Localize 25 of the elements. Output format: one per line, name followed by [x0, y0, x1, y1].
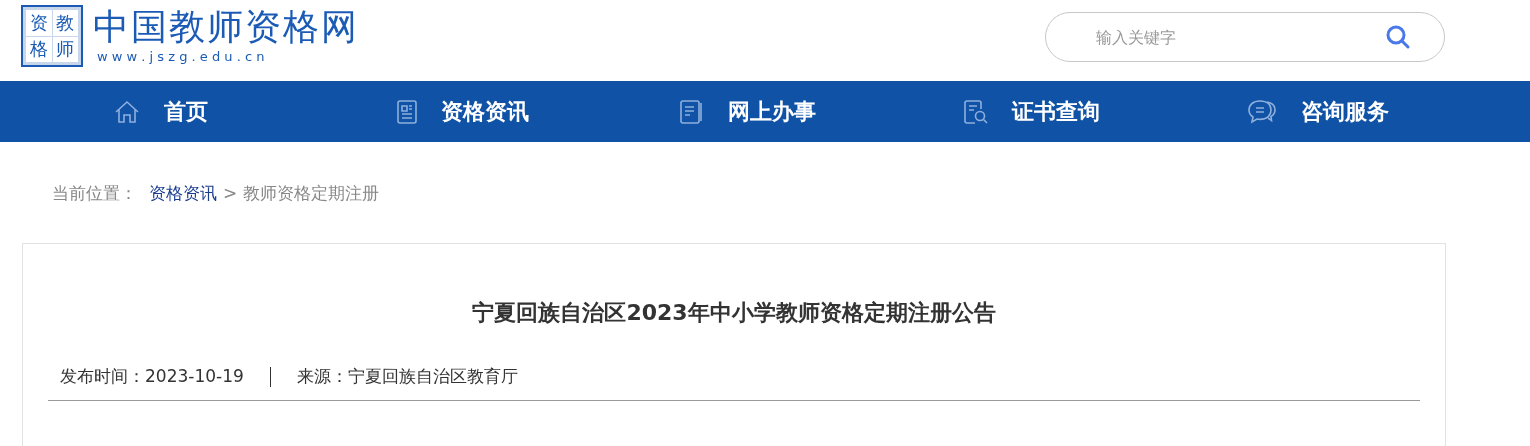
nav-item[interactable]: 网上办事 — [680, 95, 964, 128]
logo-character: 师 — [52, 36, 78, 62]
nav-item[interactable]: 首页 — [114, 95, 398, 128]
breadcrumb-separator: > — [223, 181, 238, 205]
search-field[interactable]: 输入关键字 — [1045, 12, 1445, 62]
article-source: 来源：宁夏回族自治区教育厅 — [296, 365, 518, 389]
nav-item[interactable]: 证书查询 — [963, 95, 1247, 128]
breadcrumb-link[interactable]: 资格资讯 — [149, 180, 217, 207]
site-url: w w w . j s z g . e d u . c n — [97, 49, 266, 65]
logo-character: 资 — [26, 10, 52, 36]
search-icon[interactable] — [1385, 24, 1411, 50]
home-icon — [114, 99, 140, 124]
breadcrumb-label: 当前位置： — [52, 181, 137, 205]
logo-character: 教 — [52, 10, 78, 36]
article-title: 宁夏回族自治区2023年中小学教师资格定期注册公告 — [471, 299, 997, 327]
breadcrumb-current: 教师资格定期注册 — [243, 181, 380, 205]
nav-item[interactable]: 资格资讯 — [397, 95, 681, 128]
site-title: 中国教师资格网 — [93, 5, 359, 49]
chat-bubbles-icon — [1246, 98, 1277, 125]
publish-date: 发布时间：2023-10-19 — [60, 365, 244, 389]
nav-item[interactable]: 咨询服务 — [1246, 95, 1530, 128]
document-icon — [397, 99, 418, 124]
notebook-icon — [680, 99, 705, 124]
logo-character: 格 — [26, 36, 52, 62]
document-search-icon — [963, 99, 988, 124]
